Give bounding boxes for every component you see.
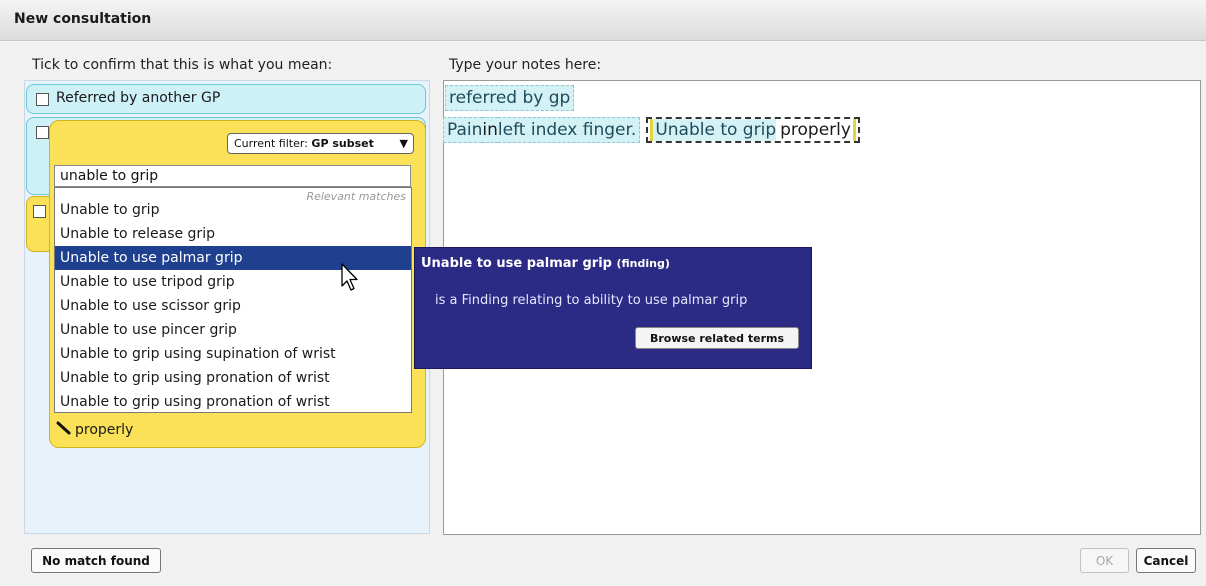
window-title: New consultation: [14, 11, 152, 27]
popup-description: is a Finding relating to ability to use …: [435, 293, 748, 308]
browse-related-button[interactable]: Browse related terms: [635, 327, 799, 349]
candidate-checkbox[interactable]: [36, 93, 49, 106]
notes-term-pain[interactable]: Pain: [443, 117, 483, 143]
candidate-checkbox[interactable]: [33, 205, 46, 218]
notes-term-grip: Unable to grip: [650, 119, 777, 141]
notes-term-grip-active[interactable]: Unable to grip properly: [646, 117, 860, 143]
match-option[interactable]: Unable to use scissor grip: [55, 294, 411, 318]
filter-prefix: Current filter:: [234, 137, 312, 150]
match-option[interactable]: Unable to grip using pronation of wrist: [55, 366, 411, 390]
candidate-label: Referred by another GP: [56, 90, 221, 106]
ok-button[interactable]: OK: [1080, 548, 1129, 573]
match-option[interactable]: Unable to grip using pronation of wrist: [55, 390, 411, 414]
consultation-window: New consultation Tick to confirm that th…: [0, 0, 1206, 586]
term-definition-popup: Unable to use palmar grip (finding) is a…: [414, 247, 812, 369]
mouse-cursor-icon: [341, 263, 358, 291]
match-list: Relevant matches Unable to grip Unable t…: [54, 187, 412, 413]
match-option[interactable]: Unable to use pincer grip: [55, 318, 411, 342]
candidate-checkbox[interactable]: [36, 126, 49, 139]
pencil-icon: [56, 421, 72, 439]
popup-title: Unable to use palmar grip (finding): [421, 256, 670, 271]
filter-value: GP subset: [311, 137, 374, 150]
notes-term-referred[interactable]: referred by gp: [445, 85, 575, 111]
notes-line-2: Pain in left index finger. Unable to gri…: [443, 117, 860, 143]
notes-label: Type your notes here:: [449, 57, 602, 73]
candidate-item-referred[interactable]: Referred by another GP: [26, 84, 426, 114]
confirm-label: Tick to confirm that this is what you me…: [32, 57, 333, 73]
title-bar: New consultation: [0, 0, 1206, 41]
remaining-token-label: properly: [75, 422, 134, 438]
filter-dropdown[interactable]: Current filter: GP subset ▼: [227, 133, 414, 154]
popup-term: Unable to use palmar grip: [421, 256, 612, 271]
notes-text-in: in: [482, 117, 498, 143]
notes-term-finger[interactable]: left index finger.: [497, 117, 641, 143]
term-search-input[interactable]: [54, 165, 411, 187]
no-match-button[interactable]: No match found: [31, 548, 161, 573]
match-option[interactable]: Unable to grip: [55, 198, 411, 222]
notes-text-properly: properly: [776, 119, 856, 141]
popup-tag: (finding): [616, 257, 670, 270]
match-option[interactable]: Unable to grip using supination of wrist: [55, 342, 411, 366]
cancel-button[interactable]: Cancel: [1136, 548, 1196, 573]
match-option[interactable]: Unable to release grip: [55, 222, 411, 246]
remaining-token[interactable]: properly: [56, 421, 133, 439]
chevron-down-icon: ▼: [399, 137, 408, 150]
